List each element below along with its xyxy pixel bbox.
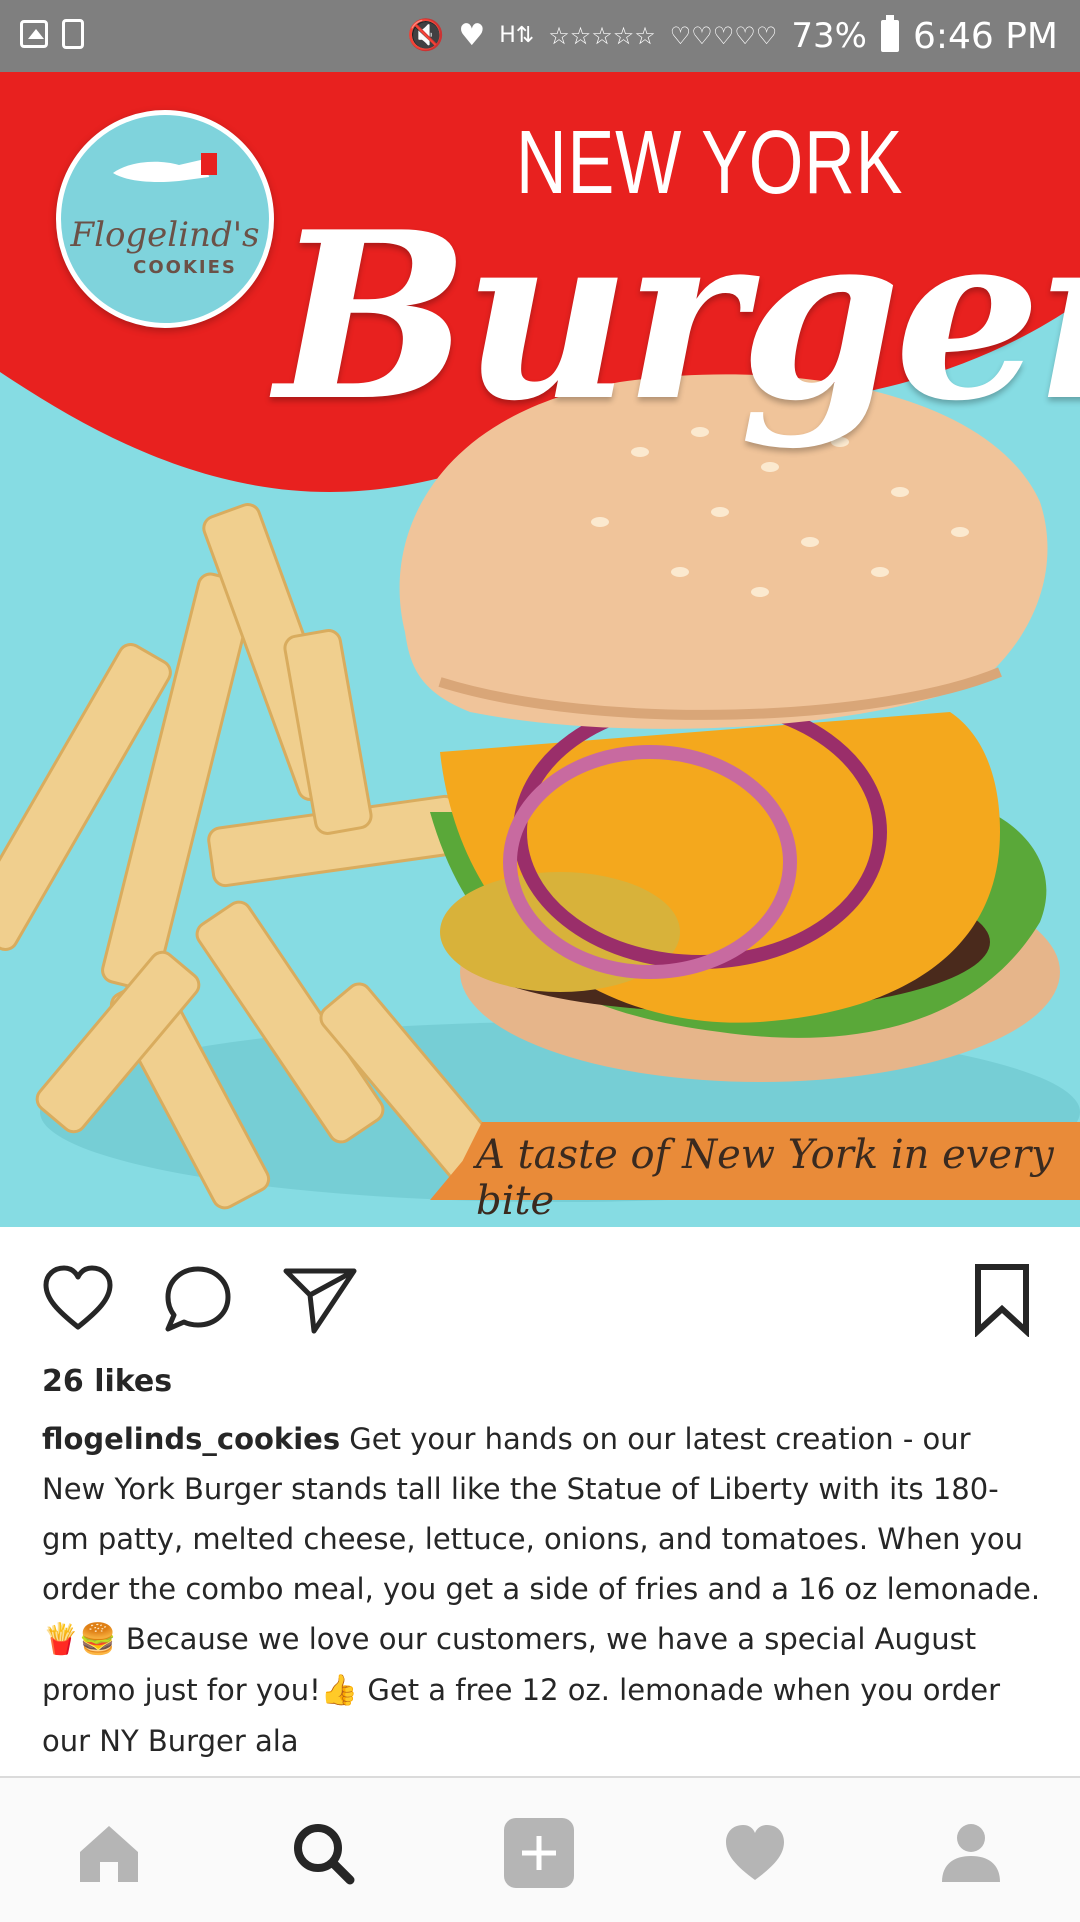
battery-icon xyxy=(880,15,899,52)
thumbs-up-emoji: 👍 xyxy=(320,1673,359,1708)
clock: 6:46 PM xyxy=(912,15,1058,57)
gallery-icon xyxy=(20,20,48,48)
brand-logo: Flogelind's COOKIES xyxy=(56,110,274,328)
post-caption: flogelinds_cookies Get your hands on our… xyxy=(42,1414,1042,1766)
bottom-navigation xyxy=(0,1776,1080,1922)
paper-plane-icon[interactable] xyxy=(282,1261,358,1337)
post-actions xyxy=(0,1227,1080,1357)
clipboard-icon xyxy=(62,19,84,49)
notification-heart-icon: ♥ xyxy=(458,18,486,53)
tagline: A taste of New York in every bite xyxy=(476,1132,1054,1224)
bookmark-icon[interactable] xyxy=(964,1261,1040,1337)
fries-burger-emoji: 🍟🍔 xyxy=(42,1622,117,1657)
hand-icon xyxy=(113,153,217,183)
caption-username[interactable]: flogelinds_cookies xyxy=(42,1422,340,1456)
heart-outline-icon[interactable] xyxy=(40,1261,116,1337)
likes-count[interactable]: 26 likes xyxy=(42,1364,172,1399)
activity-heart-icon[interactable] xyxy=(720,1818,790,1888)
profile-icon[interactable] xyxy=(936,1818,1006,1888)
mute-icon: 🔇 xyxy=(406,18,445,53)
headline-main: Burger xyxy=(275,182,1080,452)
h-signal-icon: H⇅ xyxy=(499,23,535,48)
logo-subtitle: COOKIES xyxy=(133,257,237,278)
add-post-icon[interactable] xyxy=(504,1818,574,1888)
battery-percent: 73% xyxy=(791,16,867,56)
post-image[interactable]: Flogelind's COOKIES NEW YORK Burger A ta… xyxy=(0,72,1080,1227)
comment-bubble-icon[interactable] xyxy=(160,1261,236,1337)
logo-name: Flogelind's xyxy=(70,215,260,255)
hearts-icon: ♡♡♡♡♡ xyxy=(669,22,778,50)
search-icon[interactable] xyxy=(288,1818,358,1888)
stars-icon: ☆☆☆☆☆ xyxy=(548,22,656,50)
home-icon[interactable] xyxy=(74,1818,144,1888)
status-bar: 🔇 ♥ H⇅ ☆☆☆☆☆ ♡♡♡♡♡ 73% 6:46 PM xyxy=(0,0,1080,72)
